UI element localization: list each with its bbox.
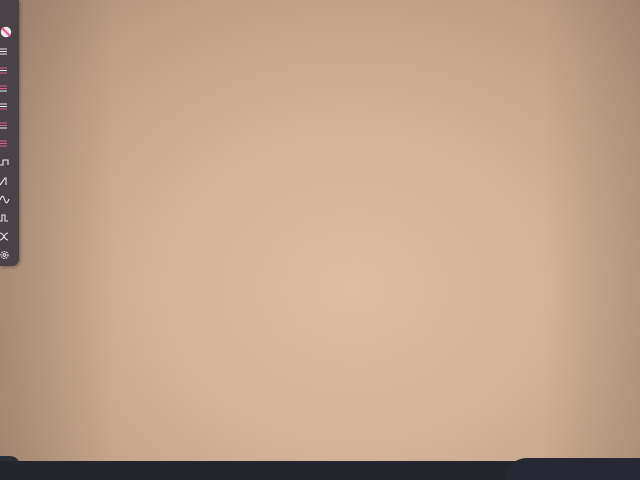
settings-tool-button[interactable]: [0, 246, 19, 264]
layer-button-6[interactable]: [0, 135, 19, 153]
layers-icon: [0, 122, 7, 129]
layer-button-2[interactable]: [0, 62, 19, 80]
layers-icon: [0, 48, 7, 55]
gear-icon: [0, 250, 9, 260]
layer-button-3[interactable]: [0, 80, 19, 98]
sine-wave-icon: [0, 195, 10, 203]
layer-button-4[interactable]: [0, 98, 19, 116]
vertical-toolbar: [0, 0, 19, 266]
layer-button-1[interactable]: [0, 43, 19, 61]
layer-button-5[interactable]: [0, 117, 19, 135]
layers-icon: [0, 140, 7, 147]
ramp-tool-button[interactable]: [0, 172, 19, 190]
layers-icon: [0, 67, 7, 74]
bottom-right-corner: [505, 458, 640, 480]
step-wave-icon: [0, 158, 9, 166]
sine-tool-button[interactable]: [0, 190, 19, 208]
background-vignette: [0, 0, 640, 480]
layers-icon: [0, 103, 7, 110]
step-curve-button[interactable]: [0, 153, 19, 171]
random-tool-button[interactable]: [0, 227, 19, 245]
cross-wave-icon: [0, 231, 9, 241]
pulse-wave-icon: [0, 213, 8, 222]
clear-tool-button[interactable]: [0, 23, 19, 41]
layers-icon: [0, 85, 7, 92]
ramp-wave-icon: [0, 176, 7, 185]
no-entry-circle-icon: [0, 26, 12, 38]
pulse-tool-button[interactable]: [0, 208, 19, 226]
